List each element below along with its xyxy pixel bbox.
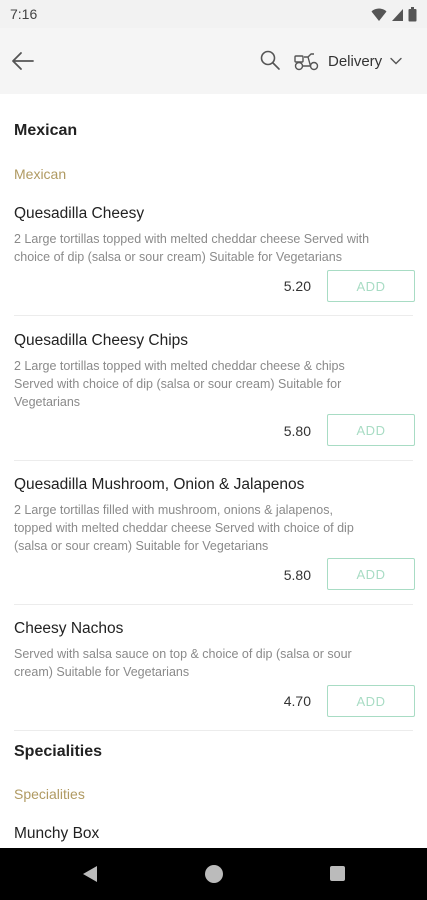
item-description: Served with salsa sauce on top & choice … [14,645,413,681]
search-button[interactable] [259,49,281,71]
add-button[interactable]: ADD [327,270,415,302]
nav-recents-icon[interactable] [330,866,345,881]
status-icons [371,7,417,22]
menu-item[interactable]: Cheesy Nachos Served with salsa sauce on… [14,620,413,681]
signal-icon [392,8,403,21]
item-description-line: Vegetarians [14,395,81,409]
divider [14,730,413,731]
item-description-line: choice of dip (salsa or sour cream) Suit… [14,250,342,264]
subcategory-label-mexican: Mexican [14,166,67,182]
item-description-line: Served with choice of dip (salsa or sour… [14,377,342,391]
arrow-left-icon [12,52,34,70]
item-price: 5.80 [283,423,311,439]
item-description: 2 Large tortillas topped with melted che… [14,230,413,266]
menu-item[interactable]: Quesadilla Cheesy Chips 2 Large tortilla… [14,332,413,411]
add-button[interactable]: ADD [327,414,415,446]
menu-item[interactable]: Quesadilla Cheesy 2 Large tortillas topp… [14,205,413,266]
menu-item[interactable]: Munchy Box [14,825,413,843]
item-description-line: Served with salsa sauce on top & choice … [14,647,352,661]
item-price: 5.20 [283,278,311,294]
delivery-label: Delivery [328,52,383,70]
item-name: Quesadilla Mushroom, Onion & Jalapenos [14,476,305,493]
item-name: Cheesy Nachos [14,620,124,637]
item-description-line: 2 Large tortillas topped with melted che… [14,359,345,373]
status-time: 7:16 [10,6,38,22]
nav-home-icon[interactable] [205,865,223,883]
category-heading-specialities: Specialities [14,743,103,760]
item-name: Quesadilla Cheesy Chips [14,332,189,349]
status-bar: 7:16 [0,0,427,28]
battery-icon [408,7,417,22]
divider [14,315,413,316]
item-description-line: 2 Large tortillas filled with mushroom, … [14,503,333,517]
item-name: Munchy Box [14,825,100,842]
item-description-line: topped with melted cheddar cheese Served… [14,521,354,535]
item-description: 2 Large tortillas filled with mushroom, … [14,501,413,555]
chevron-down-icon [390,57,402,65]
item-name: Quesadilla Cheesy [14,205,145,222]
system-nav-bar [0,848,427,900]
delivery-selector[interactable]: Delivery [294,46,402,76]
menu-item[interactable]: Quesadilla Mushroom, Onion & Jalapenos 2… [14,476,413,555]
add-button[interactable]: ADD [327,558,415,590]
category-heading-mexican: Mexican [14,122,78,139]
search-icon [260,50,280,70]
app-bar: Delivery [0,28,427,94]
subcategory-label-specialities: Specialities [14,786,85,802]
item-price: 4.70 [283,693,311,709]
add-button[interactable]: ADD [327,685,415,717]
back-button[interactable] [10,48,36,74]
wifi-icon [371,8,387,21]
item-description-line: cream) Suitable for Vegetarians [14,665,190,679]
item-description-line: 2 Large tortillas topped with melted che… [14,232,370,246]
item-description: 2 Large tortillas topped with melted che… [14,357,413,411]
nav-back-icon[interactable] [82,865,98,883]
divider [14,604,413,605]
menu-list: Mexican Mexican Quesadilla Cheesy 2 Larg… [0,94,427,848]
item-description-line: (salsa or sour cream) Suitable for Veget… [14,539,269,553]
divider [14,460,413,461]
item-price: 5.80 [283,567,311,583]
delivery-scooter-icon [294,53,319,71]
